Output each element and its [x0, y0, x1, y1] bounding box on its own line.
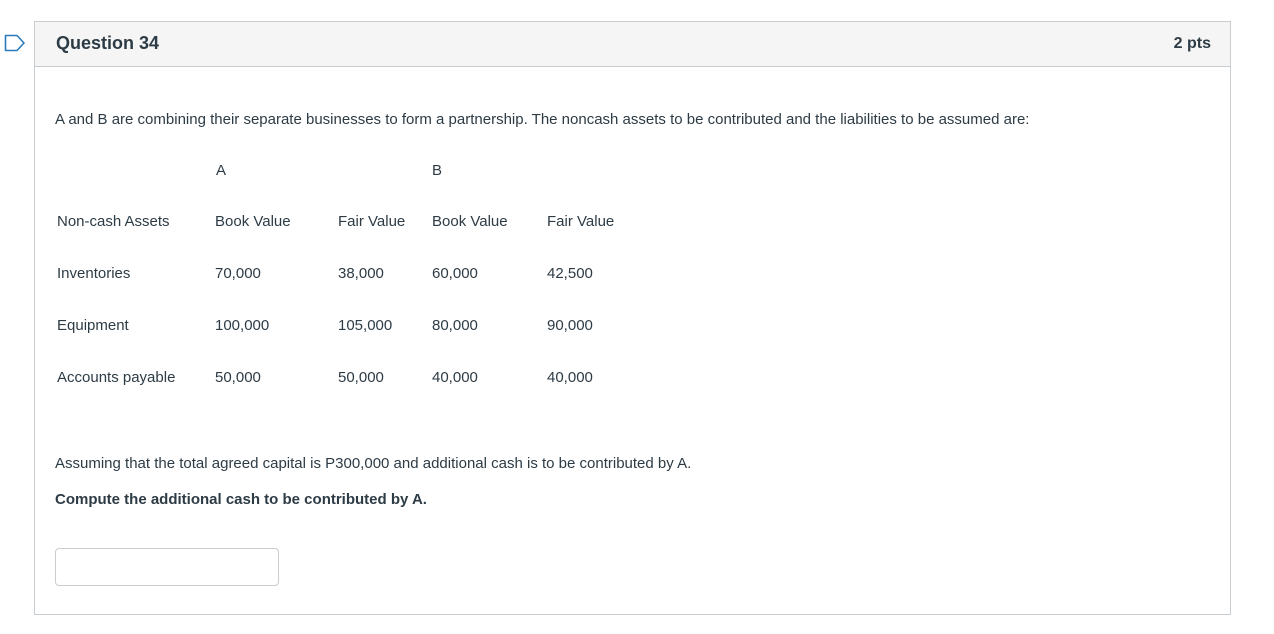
- table-group-a: A: [216, 162, 227, 179]
- table-header-cell: Book Value: [215, 213, 291, 230]
- table-header-cell: Fair Value: [338, 213, 406, 230]
- table-cell: 100,000: [215, 317, 270, 334]
- table-row-label: Accounts payable: [57, 369, 176, 386]
- table-cell: 40,000: [432, 369, 478, 386]
- question-header: Question 34 2 pts: [35, 22, 1230, 67]
- question-card: Question 34 2 pts A and B are combining …: [34, 21, 1231, 615]
- table-row-label: Equipment: [57, 317, 129, 334]
- table-cell: 50,000: [338, 369, 384, 386]
- question-assumption: Assuming that the total agreed capital i…: [55, 455, 692, 472]
- question-prompt: A and B are combining their separate bus…: [55, 111, 1030, 128]
- question-instruction: Compute the additional cash to be contri…: [55, 491, 427, 508]
- table-row-label: Inventories: [57, 265, 131, 282]
- table-cell: 38,000: [338, 265, 384, 282]
- table-cell: 90,000: [547, 317, 593, 334]
- answer-input[interactable]: [55, 548, 279, 586]
- question-points: 2 pts: [1173, 35, 1211, 52]
- bookmark-flag-icon[interactable]: [4, 34, 26, 52]
- table-header-cell: Non-cash Assets: [57, 213, 170, 230]
- table-header-cell: Fair Value: [547, 213, 615, 230]
- table-cell: 80,000: [432, 317, 478, 334]
- question-title: Question 34: [56, 33, 160, 53]
- table-cell: 60,000: [432, 265, 478, 282]
- table-cell: 42,500: [547, 265, 593, 282]
- table-cell: 40,000: [547, 369, 593, 386]
- table-cell: 50,000: [215, 369, 261, 386]
- table-cell: 70,000: [215, 265, 261, 282]
- table-header-cell: Book Value: [432, 213, 508, 230]
- table-cell: 105,000: [338, 317, 393, 334]
- table-group-b: B: [432, 162, 443, 179]
